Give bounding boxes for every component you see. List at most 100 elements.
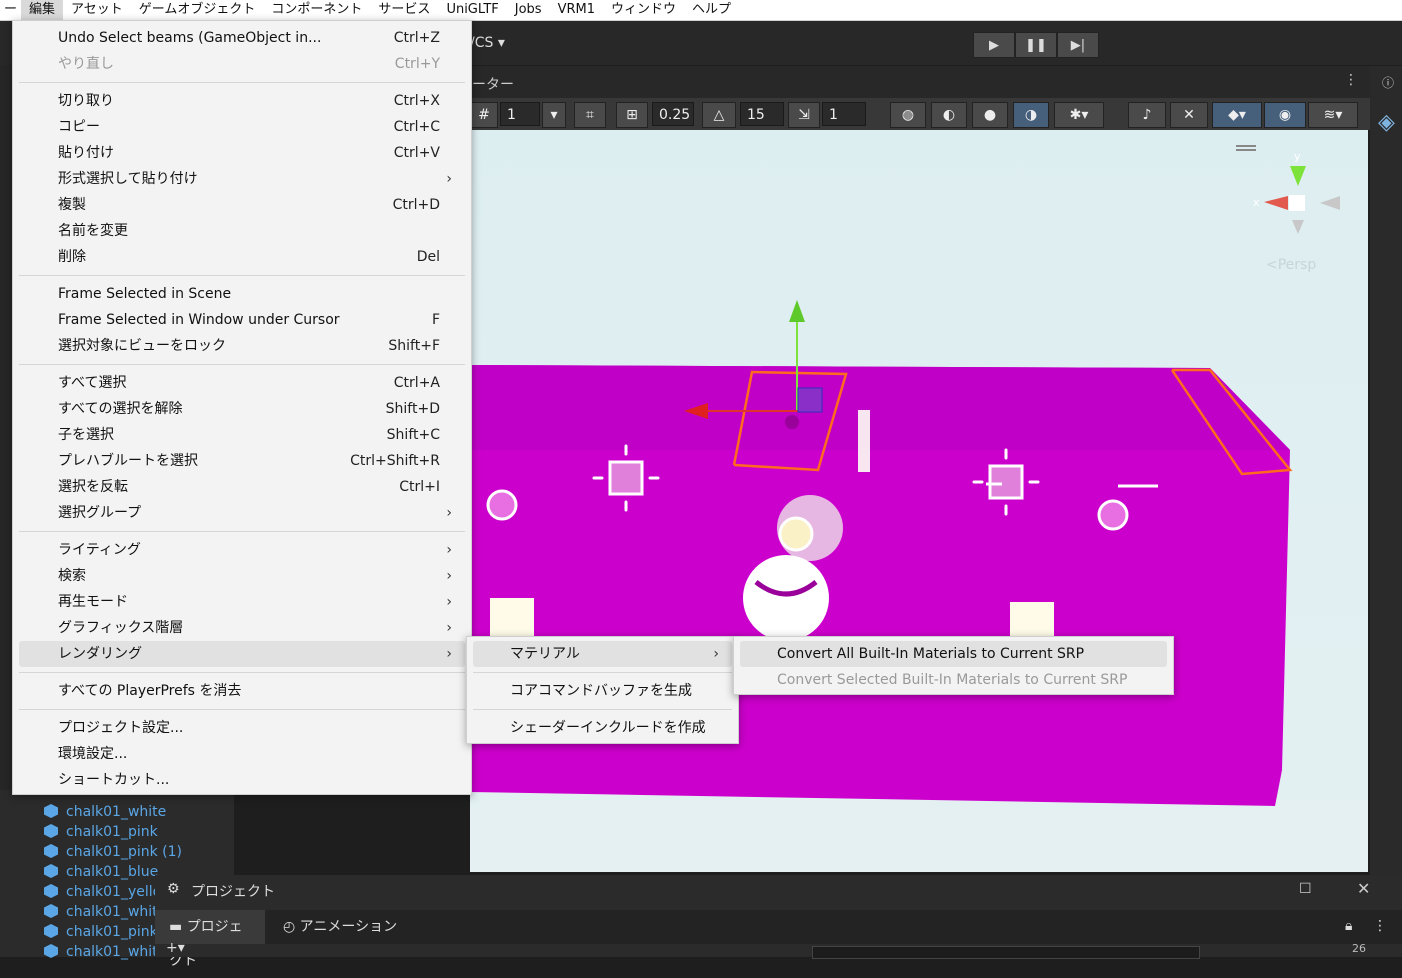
menu-item-copy[interactable]: コピー Ctrl+C — [19, 114, 465, 140]
tab-project[interactable]: ▬ プロジェクト — [155, 910, 265, 969]
menu-help[interactable]: ヘルプ — [684, 0, 739, 20]
menu-component[interactable]: コンポーネント — [263, 0, 370, 20]
add-icon[interactable]: +▾ — [166, 940, 185, 956]
menu-unigltf[interactable]: UniGLTF — [438, 0, 506, 20]
menu-item-shortcuts[interactable]: ショートカット... — [19, 767, 465, 793]
list-item[interactable]: chalk01_pink — [44, 822, 158, 842]
search-input[interactable] — [812, 946, 1200, 959]
menu-item-create-shader-include[interactable]: シェーダーインクルードを作成 — [473, 715, 732, 741]
gameobject-icon — [44, 904, 58, 918]
menu-jobs[interactable]: Jobs — [507, 0, 550, 20]
menu-item-cut[interactable]: 切り取り Ctrl+X — [19, 88, 465, 114]
menu-item-graphics-tiers[interactable]: グラフィックス階層 › — [19, 615, 465, 641]
rendering-submenu: マテリアル › コアコマンドバッファを生成 シェーダーインクルードを作成 — [466, 636, 739, 744]
list-item[interactable]: chalk01_white — [44, 802, 166, 822]
menu-item-selection-groups[interactable]: 選択グループ › — [19, 500, 465, 526]
menu-item-generate-core-command-buffer[interactable]: コアコマンドバッファを生成 — [473, 678, 732, 704]
scene-tab-label[interactable]: ーター — [472, 74, 514, 94]
effects-icon[interactable]: ✕ — [1170, 102, 1208, 128]
menu-item-undo[interactable]: Undo Select beams (GameObject in... Ctrl+… — [19, 25, 465, 51]
menu-item-search[interactable]: 検索 › — [19, 563, 465, 589]
menu-item-paste-special[interactable]: 形式選択して貼り付け › — [19, 166, 465, 192]
list-item[interactable]: chalk01_blue — [44, 862, 158, 882]
menu-item-lock-view[interactable]: 選択対象にビューをロック Shift+F — [19, 333, 465, 359]
inspector-panel: ⓘ ◈ — [1370, 66, 1402, 876]
menu-item-convert-selected-materials[interactable]: Convert Selected Built-In Materials to C… — [740, 667, 1167, 693]
snap-icon[interactable]: ⌗ — [574, 102, 606, 128]
increment-snap-icon[interactable]: ⊞ — [616, 102, 648, 128]
lit-icon[interactable]: ◑ — [1013, 102, 1049, 128]
folder-icon: ▬ — [169, 919, 187, 935]
menu-item-clear-playerprefs[interactable]: すべての PlayerPrefs を消去 — [19, 678, 465, 704]
gameobject-icon — [44, 844, 58, 858]
menu-item-deselect-all[interactable]: すべての選択を解除 Shift+D — [19, 396, 465, 422]
menu-item-materials[interactable]: マテリアル › — [473, 641, 732, 667]
list-item[interactable]: chalk01_yello — [44, 882, 161, 902]
menu-item-play-mode[interactable]: 再生モード › — [19, 589, 465, 615]
menu-item-preferences[interactable]: 環境設定... — [19, 741, 465, 767]
menu-item-select-all[interactable]: すべて選択 Ctrl+A — [19, 370, 465, 396]
persp-label[interactable]: <Persp — [1266, 257, 1316, 273]
menu-item-duplicate[interactable]: 複製 Ctrl+D — [19, 192, 465, 218]
debug-draw-icon[interactable]: ✱▾ — [1054, 102, 1104, 128]
layers-icon[interactable]: ≋▾ — [1308, 102, 1358, 128]
menu-item-select-prefab-root[interactable]: プレハブルートを選択 Ctrl+Shift+R — [19, 448, 465, 474]
grid-size-field[interactable]: 1 — [500, 102, 540, 126]
menu-edit[interactable]: 編集 — [21, 0, 64, 20]
gameobject-icon — [44, 884, 58, 898]
menu-gameobject[interactable]: ゲームオブジェクト — [131, 0, 264, 20]
lock-icon[interactable]: 🔒︎ — [1345, 918, 1352, 934]
window-title: プロジェクト — [191, 884, 275, 900]
menubar-edge: ー — [4, 2, 18, 17]
menu-item-redo[interactable]: やり直し Ctrl+Y — [19, 51, 465, 77]
pause-button[interactable]: ❚❚ — [1015, 32, 1057, 58]
list-item[interactable]: chalk01_whit — [44, 902, 158, 922]
scale-value-field[interactable]: 1 — [822, 102, 866, 126]
menu-services[interactable]: サービス — [370, 0, 438, 20]
kebab-menu-icon[interactable]: ⋮ — [1344, 72, 1358, 88]
chevron-right-icon: › — [446, 171, 452, 187]
menu-item-project-settings[interactable]: プロジェクト設定... — [19, 715, 465, 741]
material-submenu: Convert All Built-In Materials to Curren… — [733, 636, 1174, 695]
chevron-right-icon: › — [446, 620, 452, 636]
menu-item-frame-under-cursor[interactable]: Frame Selected in Window under Cursor F — [19, 307, 465, 333]
maximize-icon[interactable]: ☐ — [1299, 881, 1312, 897]
step-button[interactable]: ▶| — [1057, 32, 1099, 58]
menu-item-select-children[interactable]: 子を選択 Shift+C — [19, 422, 465, 448]
gizmo-tools-icon[interactable]: ◆▾ — [1212, 102, 1262, 128]
chevron-right-icon: › — [446, 568, 452, 584]
kebab-menu-icon[interactable]: ⋮ — [1373, 918, 1387, 934]
tab-animation[interactable]: ◴ アニメーション — [269, 910, 411, 944]
gameobject-icon — [44, 864, 58, 878]
shaded-icon[interactable]: ● — [972, 102, 1008, 128]
menu-item-frame-selected[interactable]: Frame Selected in Scene — [19, 281, 465, 307]
list-item[interactable]: chalk01_pink (1) — [44, 842, 182, 862]
menu-assets[interactable]: アセット — [63, 0, 131, 20]
close-icon[interactable]: ✕ — [1357, 879, 1370, 898]
chevron-down-icon[interactable]: ▾ — [542, 102, 566, 128]
snap-value-field[interactable]: 0.25 — [652, 102, 694, 126]
scale-snap-icon[interactable]: ⇲ — [788, 102, 820, 128]
vcs-dropdown[interactable]: /CS ▾ — [470, 35, 505, 51]
list-item[interactable]: chalk01_pink — [44, 922, 158, 942]
menu-item-delete[interactable]: 削除 Del — [19, 244, 465, 270]
audio-mute-icon[interactable]: ♪ — [1128, 102, 1166, 128]
list-item[interactable]: chalk01_whit — [44, 942, 158, 962]
angle-value-field[interactable]: 15 — [740, 102, 784, 126]
visibility-eye-icon[interactable]: ◉ — [1264, 102, 1306, 128]
play-button[interactable]: ▶ — [973, 32, 1015, 58]
shaded-wire-icon[interactable]: ◐ — [931, 102, 967, 128]
wireframe-icon[interactable]: ◍ — [890, 102, 926, 128]
grid-icon[interactable]: # — [470, 102, 498, 128]
menu-item-rename[interactable]: 名前を変更 — [19, 218, 465, 244]
menu-vrm1[interactable]: VRM1 — [550, 0, 603, 20]
scene-render — [470, 145, 1340, 806]
menu-item-lighting[interactable]: ライティング › — [19, 537, 465, 563]
menu-item-rendering[interactable]: レンダリング › — [19, 641, 465, 667]
scene-view[interactable]: x y <Persp — [470, 130, 1368, 872]
menu-item-invert-selection[interactable]: 選択を反転 Ctrl+I — [19, 474, 465, 500]
rotate-snap-icon[interactable]: △ — [702, 102, 736, 128]
menu-window[interactable]: ウィンドウ — [603, 0, 684, 20]
menu-item-convert-all-materials[interactable]: Convert All Built-In Materials to Curren… — [740, 641, 1167, 667]
menu-item-paste[interactable]: 貼り付け Ctrl+V — [19, 140, 465, 166]
